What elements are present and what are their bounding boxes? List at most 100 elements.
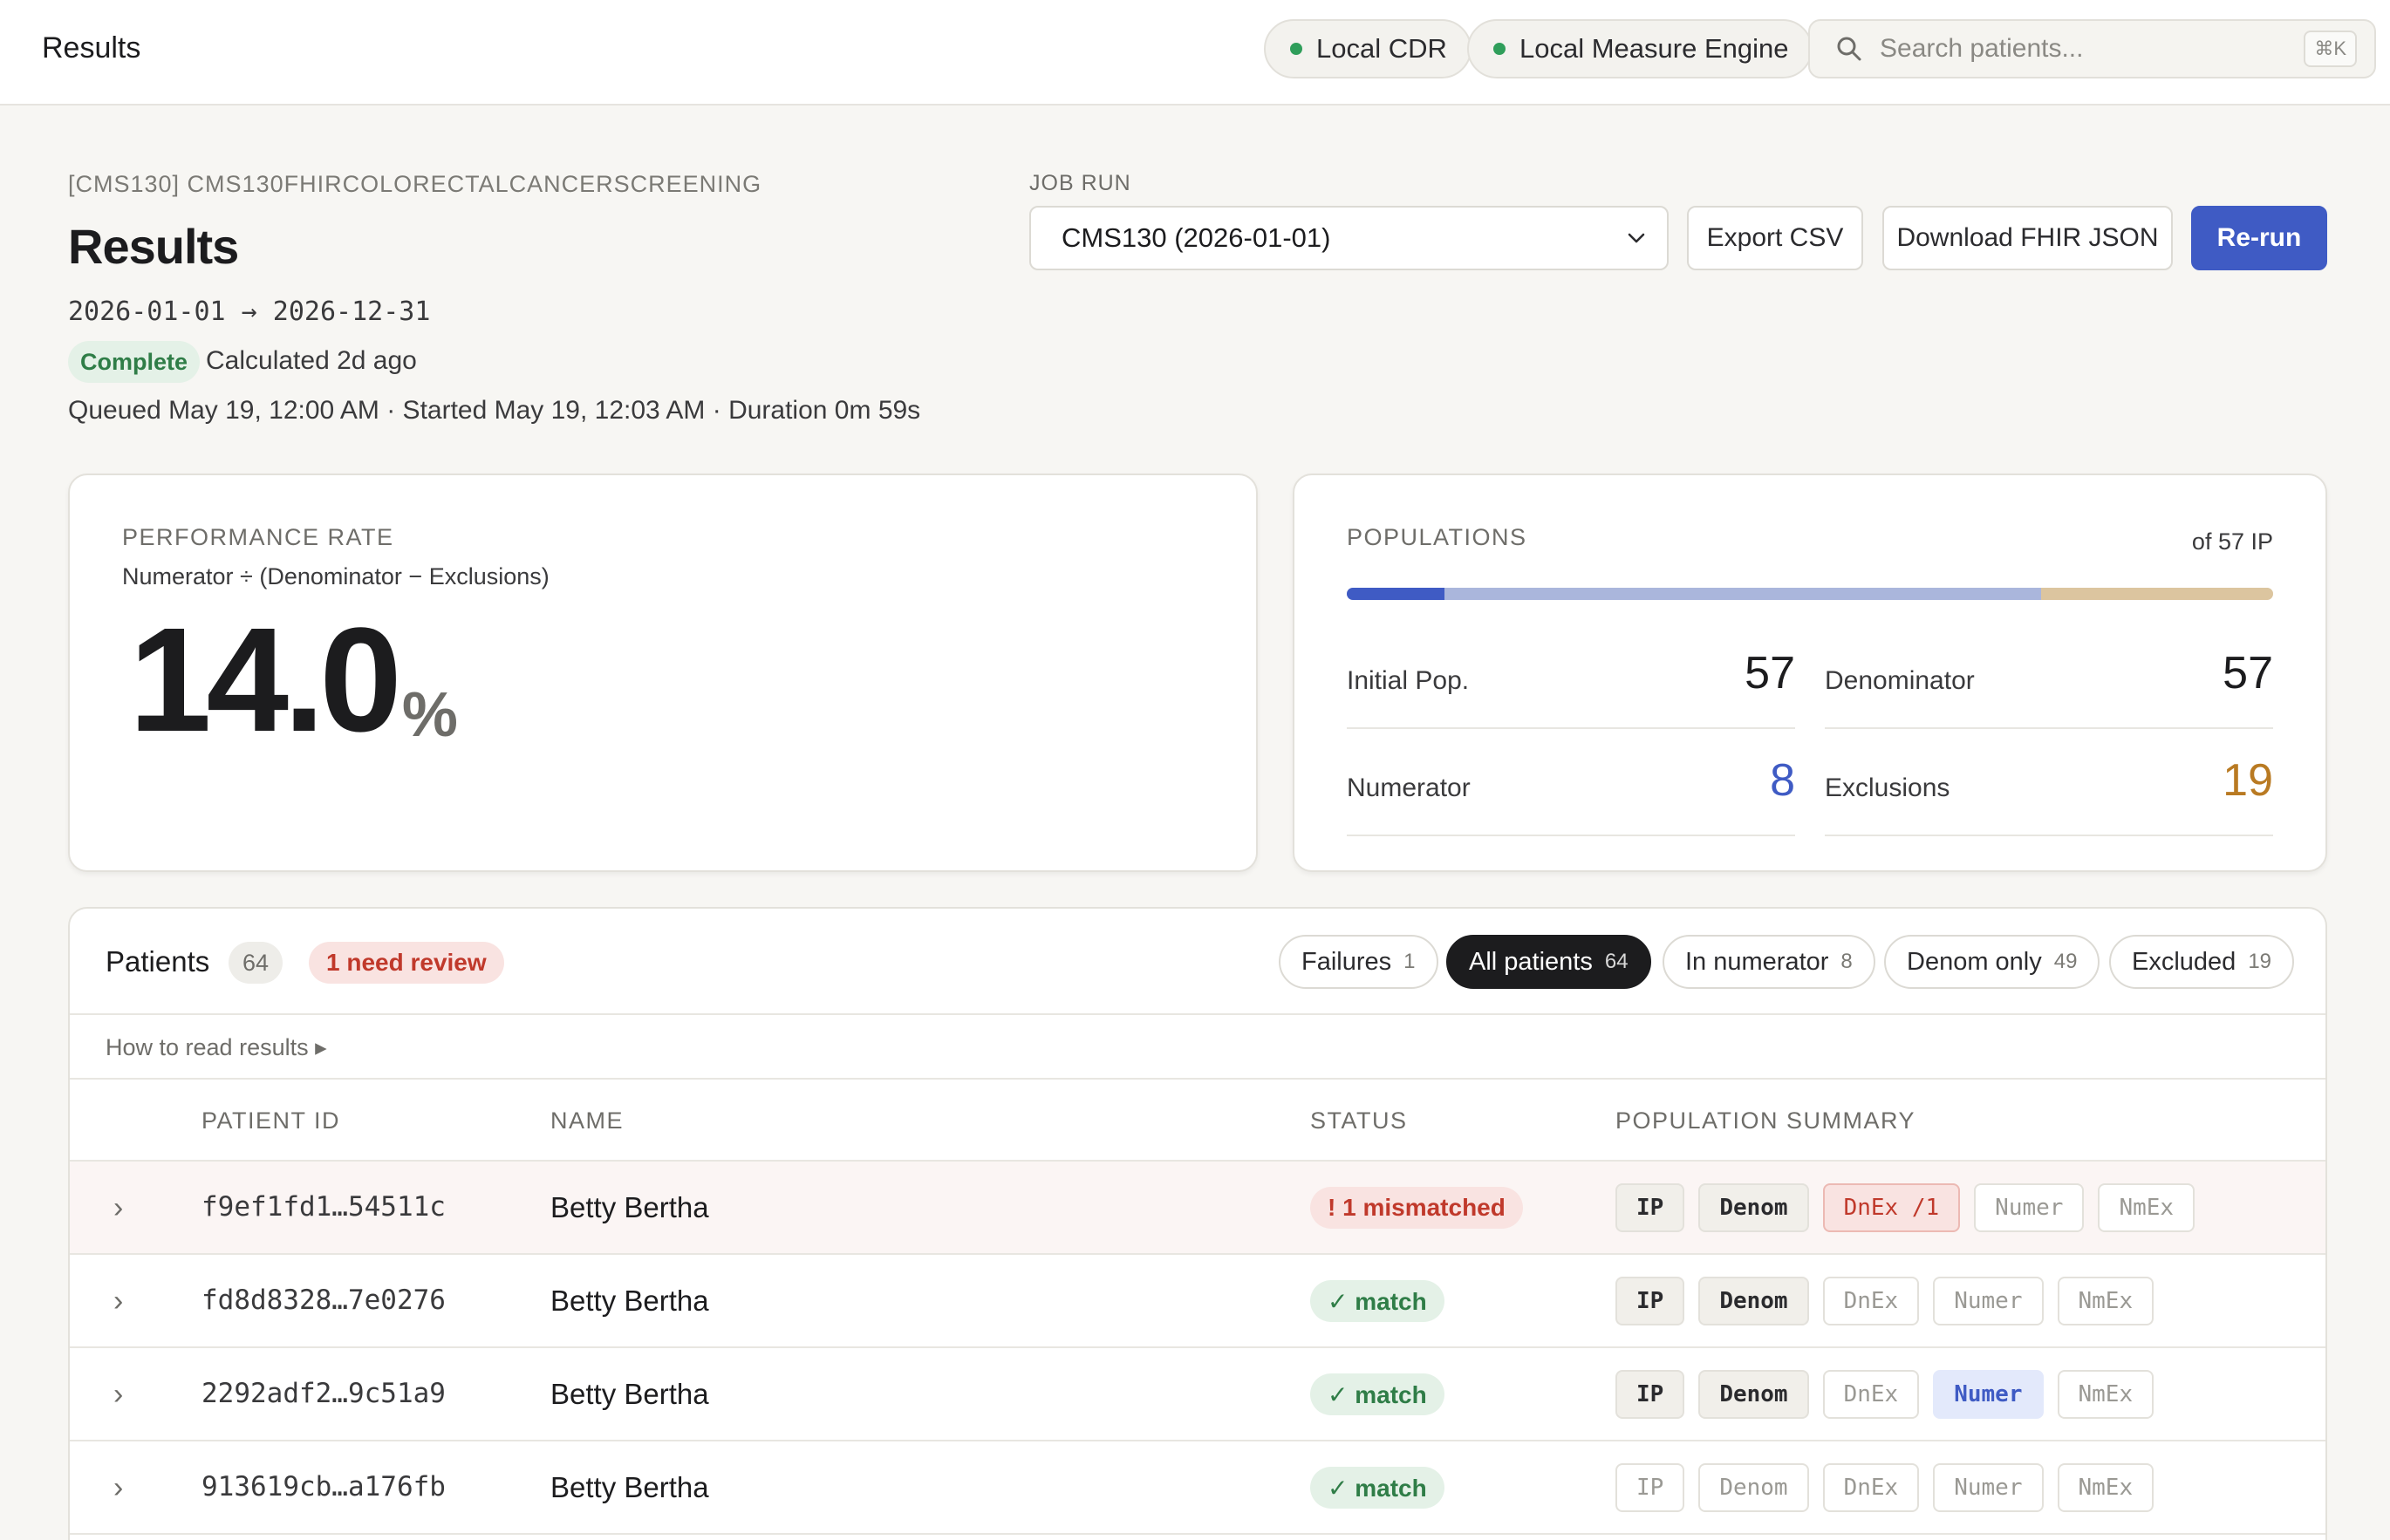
stat-label: Exclusions (1825, 773, 1950, 802)
population-chip: Denom (1698, 1370, 1809, 1419)
population-chip: Numer (1974, 1183, 2085, 1232)
filter-count: 1 (1403, 950, 1416, 973)
connection-label: Local CDR (1316, 33, 1447, 64)
filter-failures[interactable]: Failures 1 (1279, 935, 1438, 989)
population-chip: Denom (1698, 1277, 1809, 1325)
stat-label: Denominator (1825, 666, 1975, 695)
patients-count-badge: 64 (229, 942, 283, 984)
patient-id: 2292adf2…9c51a9 (201, 1378, 446, 1409)
filter-count: 64 (1604, 950, 1629, 973)
chevron-right-icon[interactable]: › (113, 1191, 123, 1225)
population-chip: NmEx (2057, 1370, 2154, 1419)
table-row[interactable]: › 913619cb…a176fb Betty Bertha ✓ match IP Den… (70, 1441, 2325, 1535)
population-chip: IP (1615, 1183, 1685, 1232)
stat-numerator: Numerator 8 (1347, 731, 1795, 836)
column-population-summary: POPULATION SUMMARY (1615, 1107, 1916, 1134)
population-chip: IP (1615, 1370, 1685, 1419)
chevron-down-icon (1628, 233, 1645, 243)
search-icon (1837, 37, 1861, 61)
export-csv-button[interactable]: Export CSV (1687, 206, 1863, 270)
stat-denominator: Denominator 57 (1825, 623, 2273, 729)
job-run-value: CMS130 (2026-01-01) (1062, 222, 1331, 253)
how-to-read-link[interactable]: How to read results ▸ (106, 1034, 327, 1061)
performance-number: 14.0 (129, 597, 402, 763)
patient-id: 913619cb…a176fb (201, 1471, 446, 1503)
search-placeholder: Search patients... (1880, 34, 2084, 63)
breadcrumb: [CMS130] CMS130FHIRCOLORECTALCANCERSCREE… (68, 171, 762, 197)
population-chip: IP (1615, 1463, 1685, 1512)
chevron-right-icon[interactable]: › (113, 1284, 123, 1319)
performance-value: 14.0 % (129, 606, 458, 754)
download-fhir-json-button[interactable]: Download FHIR JSON (1882, 206, 2173, 270)
patients-header: Patients 64 1 need review Failures 1 All … (70, 909, 2325, 1015)
stat-exclusions: Exclusions 19 (1825, 731, 2273, 836)
population-chip: Denom (1698, 1463, 1809, 1512)
filter-in-numerator[interactable]: In numerator 8 (1663, 935, 1875, 989)
populations-of-ip: of 57 IP (2191, 528, 2273, 555)
how-to-read-results[interactable]: How to read results ▸ (70, 1015, 2325, 1080)
patient-name: Betty Bertha (550, 1191, 709, 1223)
performance-unit: % (401, 680, 458, 750)
population-chip: Numer (1933, 1277, 2044, 1325)
population-chip: DnEx (1822, 1370, 1920, 1419)
population-chip: DnEx (1822, 1277, 1920, 1325)
filter-label: Failures (1301, 947, 1392, 976)
connection-local-cdr[interactable]: Local CDR (1264, 19, 1472, 78)
population-chip: DnEx (1822, 1463, 1920, 1512)
filter-label: In numerator (1685, 947, 1829, 976)
population-summary: IP Denom DnEx Numer NmEx (1615, 1370, 2168, 1419)
search-shortcut: ⌘K (2304, 31, 2357, 67)
connection-measure-engine[interactable]: Local Measure Engine (1467, 19, 1813, 78)
column-name[interactable]: NAME (550, 1107, 624, 1135)
table-row[interactable]: › 2292adf2…9c51a9 Betty Bertha ✓ match IP Den… (70, 1348, 2325, 1441)
performance-label: PERFORMANCE RATE (122, 524, 394, 550)
performance-card: PERFORMANCE RATE Numerator ÷ (Denominato… (68, 474, 1258, 872)
page-title: Results (68, 219, 239, 274)
needs-review-badge[interactable]: 1 need review (309, 942, 504, 984)
population-chip: Numer (1933, 1370, 2044, 1419)
status-badge: ✓ match (1310, 1373, 1444, 1415)
filter-count: 19 (2248, 950, 2272, 973)
populations-card: POPULATIONS of 57 IP Initial Pop. 57 Den… (1293, 474, 2327, 872)
filter-count: 49 (2053, 950, 2078, 973)
stat-initial-pop: Initial Pop. 57 (1347, 623, 1795, 729)
filter-label: Denom only (1907, 947, 2042, 976)
populations-bar (1347, 588, 2273, 600)
measurement-period: 2026-01-01 → 2026-12-31 (68, 296, 431, 327)
status-badge: Complete (68, 341, 201, 383)
filter-label: Excluded (2132, 947, 2236, 976)
job-run-label: JOB RUN (1029, 171, 1131, 195)
population-chip: Numer (1933, 1463, 2044, 1512)
column-status[interactable]: STATUS (1310, 1107, 1408, 1135)
stat-label: Initial Pop. (1347, 666, 1470, 695)
filter-all-patients[interactable]: All patients 64 (1446, 935, 1651, 989)
patient-id: fd8d8328…7e0276 (201, 1284, 446, 1316)
patient-id: f9ef1fd1…54511c (201, 1191, 446, 1223)
table-row[interactable]: › f9ef1fd1…54511c Betty Bertha ! 1 mismatch… (70, 1162, 2325, 1255)
stat-value: 57 (1745, 648, 1795, 698)
population-chip: NmEx (2098, 1183, 2195, 1232)
app-title: Results (42, 31, 141, 65)
chevron-right-icon[interactable]: › (113, 1471, 123, 1505)
table-row[interactable]: › fd8d8328…7e0276 Betty Bertha ✓ match IP Den… (70, 1255, 2325, 1348)
filter-denom-only[interactable]: Denom only 49 (1884, 935, 2100, 989)
filter-excluded[interactable]: Excluded 19 (2109, 935, 2295, 989)
population-summary: IP Denom DnEx Numer NmEx (1615, 1463, 2168, 1512)
stat-value: 19 (2223, 755, 2273, 806)
top-bar: Results Local CDR Local Measure Engine S… (0, 0, 2390, 106)
populations-label: POPULATIONS (1347, 524, 1527, 550)
population-chip: IP (1615, 1277, 1685, 1325)
status-badge: ✓ match (1310, 1467, 1444, 1509)
population-summary: IP Denom DnEx /1 Numer NmEx (1615, 1183, 2209, 1232)
chevron-right-icon[interactable]: › (113, 1378, 123, 1412)
job-run-select[interactable]: CMS130 (2026-01-01) (1029, 206, 1669, 270)
rerun-button[interactable]: Re-run (2191, 206, 2327, 270)
population-chip: NmEx (2057, 1277, 2154, 1325)
status-badge: ✓ match (1310, 1280, 1444, 1322)
column-patient-id[interactable]: PATIENT ID (201, 1107, 340, 1135)
stat-value: 57 (2223, 648, 2273, 698)
population-chip: DnEx /1 (1822, 1183, 1961, 1232)
calculated-time: Calculated 2d ago (206, 346, 417, 375)
patient-name: Betty Bertha (550, 1471, 709, 1503)
search-input[interactable]: Search patients... ⌘K (1808, 19, 2376, 78)
